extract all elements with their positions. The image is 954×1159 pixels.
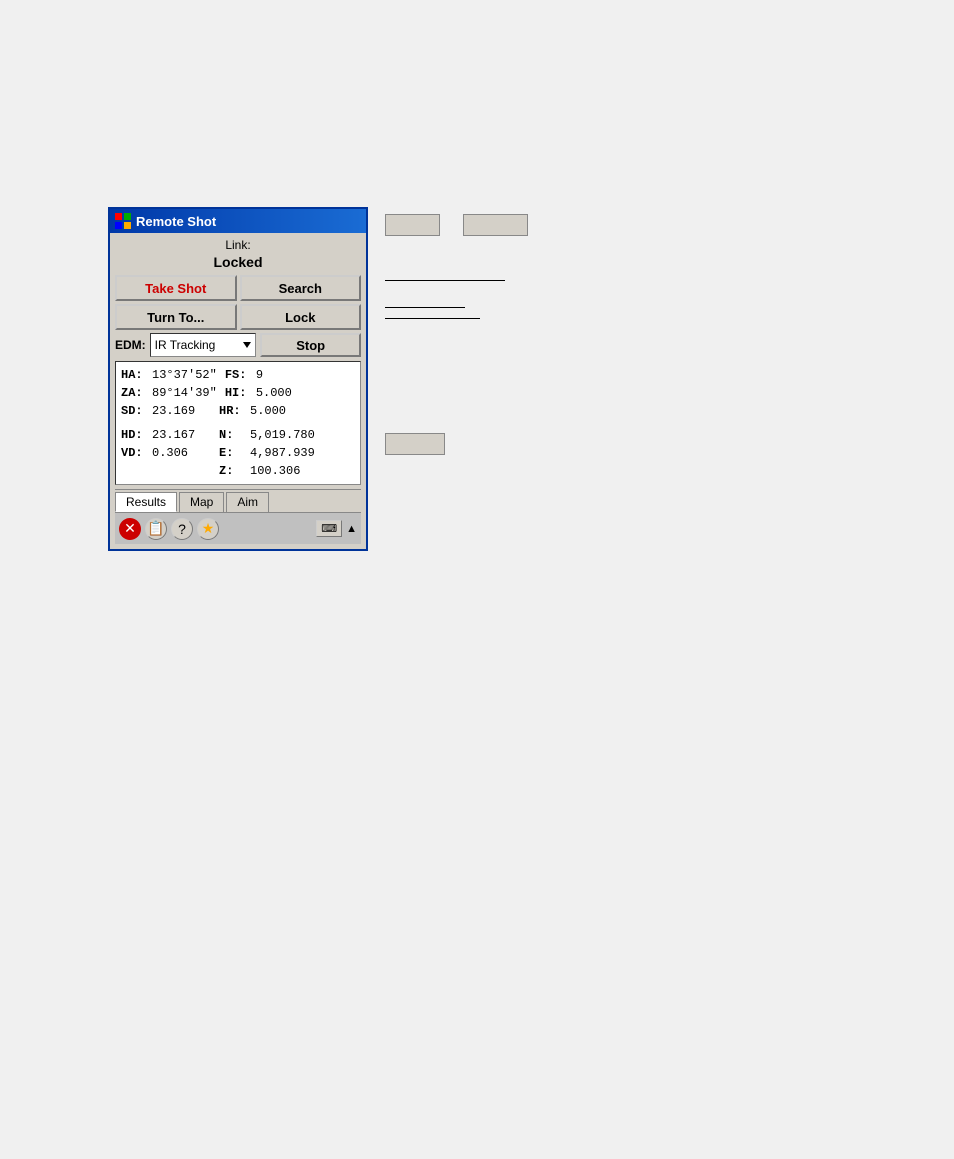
- window-title: Remote Shot: [136, 214, 216, 229]
- chevron-down-icon: [243, 342, 251, 348]
- tabs-bar: Results Map Aim: [115, 489, 361, 512]
- za-value: 89°14'39": [152, 384, 217, 402]
- hd-col: HD: 23.167: [121, 426, 211, 444]
- fs-col: FS: 9: [225, 366, 315, 384]
- data-row-1: HA: 13°37'52" FS: 9: [121, 366, 355, 384]
- link-label: Link:: [225, 238, 250, 252]
- turn-to-button[interactable]: Turn To...: [115, 304, 237, 330]
- float-button-2[interactable]: [463, 214, 528, 236]
- help-icon[interactable]: ?: [171, 518, 193, 540]
- hd-value: 23.167: [152, 426, 195, 444]
- close-button[interactable]: ✕: [119, 518, 141, 540]
- n-col: N: 5,019.780: [219, 426, 315, 444]
- hi-col: HI: 5.000: [225, 384, 315, 402]
- float-button-1[interactable]: [385, 214, 440, 236]
- edm-row: EDM: IR Tracking Stop: [115, 333, 361, 357]
- sd-value: 23.169: [152, 402, 195, 420]
- data-row-3: SD: 23.169 HR: 5.000: [121, 402, 355, 420]
- taskbar: ✕ 📋 ? ★ ⌨ ▲: [115, 512, 361, 544]
- take-shot-button[interactable]: Take Shot: [115, 275, 237, 301]
- n-label: N:: [219, 426, 247, 444]
- star-icon[interactable]: ★: [197, 518, 219, 540]
- data-row-5: VD: 0.306 E: 4,987.939: [121, 444, 355, 462]
- edm-label: EDM:: [115, 338, 146, 352]
- keyboard-button[interactable]: ⌨: [316, 520, 342, 537]
- ha-value: 13°37'52": [152, 366, 217, 384]
- hr-label: HR:: [219, 402, 247, 420]
- vd-value: 0.306: [152, 444, 188, 462]
- edm-value: IR Tracking: [155, 338, 240, 352]
- line-1: [385, 280, 505, 281]
- e-col: E: 4,987.939: [219, 444, 315, 462]
- window-content: Link: Locked Take Shot Search Turn To...…: [110, 233, 366, 549]
- z-col: Z: 100.306: [219, 462, 309, 480]
- hd-label: HD:: [121, 426, 149, 444]
- edm-dropdown[interactable]: IR Tracking: [150, 333, 257, 357]
- tab-map[interactable]: Map: [179, 492, 224, 512]
- hi-label: HI:: [225, 384, 253, 402]
- line-3: [385, 318, 480, 319]
- sd-label: SD:: [121, 402, 149, 420]
- vd-col: VD: 0.306: [121, 444, 211, 462]
- search-button[interactable]: Search: [240, 275, 362, 301]
- data-row-4: HD: 23.167 N: 5,019.780: [121, 426, 355, 444]
- title-bar: Remote Shot: [110, 209, 366, 233]
- locked-status: Locked: [115, 254, 361, 270]
- za-label: ZA:: [121, 384, 149, 402]
- e-value: 4,987.939: [250, 444, 315, 462]
- sd-col: SD: 23.169: [121, 402, 211, 420]
- data-row-6: Z: 100.306: [121, 462, 355, 480]
- e-label: E:: [219, 444, 247, 462]
- fs-value: 9: [256, 366, 263, 384]
- tab-results[interactable]: Results: [115, 492, 177, 512]
- windows-mobile-icon: [115, 213, 131, 229]
- n-value: 5,019.780: [250, 426, 315, 444]
- hi-value: 5.000: [256, 384, 292, 402]
- ha-label: HA:: [121, 366, 149, 384]
- stop-button[interactable]: Stop: [260, 333, 361, 357]
- z-label: Z:: [219, 462, 247, 480]
- line-2: [385, 307, 465, 308]
- hr-col: HR: 5.000: [219, 402, 309, 420]
- button-grid: Take Shot Search Turn To... Lock: [115, 275, 361, 330]
- vd-label: VD:: [121, 444, 149, 462]
- z-value: 100.306: [250, 462, 300, 480]
- link-row: Link:: [115, 238, 361, 252]
- hr-value: 5.000: [250, 402, 286, 420]
- clipboard-icon[interactable]: 📋: [145, 518, 167, 540]
- ha-col: HA: 13°37'52": [121, 366, 217, 384]
- remote-shot-window: Remote Shot Link: Locked Take Shot Searc…: [108, 207, 368, 551]
- za-col: ZA: 89°14'39": [121, 384, 217, 402]
- z-spacer-col: [121, 462, 211, 480]
- tab-aim[interactable]: Aim: [226, 492, 269, 512]
- fs-label: FS:: [225, 366, 253, 384]
- data-row-2: ZA: 89°14'39" HI: 5.000: [121, 384, 355, 402]
- taskbar-arrow-icon[interactable]: ▲: [346, 523, 357, 535]
- data-section: HA: 13°37'52" FS: 9 ZA: 89°14'39" HI: 5.…: [115, 361, 361, 485]
- lock-button[interactable]: Lock: [240, 304, 362, 330]
- float-button-3[interactable]: [385, 433, 445, 455]
